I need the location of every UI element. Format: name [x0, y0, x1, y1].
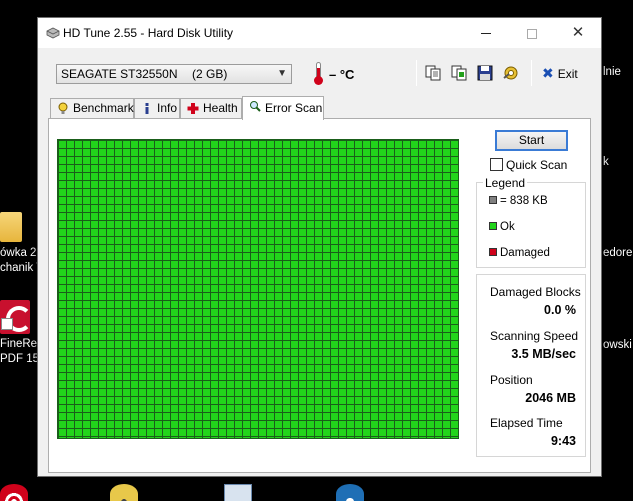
checkbox-box[interactable] — [490, 158, 503, 171]
exit-label: Exit — [557, 67, 578, 81]
tab-benchmark[interactable]: Benchmark — [50, 98, 134, 119]
drive-model: SEAGATE ST32550N — [61, 67, 178, 81]
save-button[interactable] — [476, 64, 494, 82]
close-icon: ✕ — [571, 24, 585, 41]
tab-label: Error Scan — [265, 101, 323, 115]
scanning-speed-label: Scanning Speed — [490, 329, 579, 343]
desktop-label: k — [603, 156, 609, 168]
copy-button[interactable] — [424, 64, 442, 82]
minimize-icon — [481, 33, 491, 35]
tab-label: Info — [157, 101, 178, 115]
exit-button[interactable]: ✖ Exit — [542, 65, 578, 82]
hdtune-app-icon — [46, 27, 60, 39]
scan-block-map — [57, 139, 459, 439]
legend-label: Damaged — [500, 247, 550, 259]
tab-label: Health — [203, 101, 238, 115]
tab-error-scan[interactable]: Error Scan — [242, 96, 324, 120]
minimize-button[interactable] — [463, 18, 509, 48]
legend-label: Ok — [500, 221, 515, 233]
error-scan-panel: Start Quick Scan Legend = 838 KB Ok Dama… — [48, 118, 591, 473]
copy-icon — [425, 65, 441, 81]
chevron-down-icon: ▼ — [277, 68, 287, 79]
maximize-icon — [527, 28, 537, 39]
shortcut-arrow-icon — [1, 318, 13, 330]
position-value: 2046 MB — [525, 391, 576, 405]
health-icon — [187, 103, 199, 114]
scanning-speed-value: 3.5 MB/sec — [511, 347, 576, 361]
taskbar-sync-icon[interactable] — [336, 484, 364, 501]
legend-swatch — [489, 222, 497, 230]
tab-info[interactable]: Info — [134, 98, 180, 119]
temperature-value: – °C — [329, 67, 355, 82]
position-label: Position — [490, 373, 533, 387]
elapsed-time-value: 9:43 — [550, 434, 576, 448]
legend-item-ok: Ok — [489, 221, 515, 233]
damaged-blocks-label: Damaged Blocks — [490, 285, 581, 299]
options-button[interactable] — [502, 64, 520, 82]
window-title: HD Tune 2.55 - Hard Disk Utility — [63, 26, 234, 40]
drive-select[interactable]: SEAGATE ST32550N (2 GB) ▼ — [56, 64, 292, 84]
taskbar-app-icon[interactable] — [0, 484, 28, 501]
taskbar-disc-icon[interactable] — [110, 484, 138, 501]
save-icon — [477, 65, 493, 81]
desktop-label: ówka 2 — [0, 247, 37, 259]
tab-health[interactable]: Health — [180, 98, 242, 119]
info-icon — [145, 103, 149, 114]
legend-swatch — [489, 196, 497, 204]
quick-scan-checkbox[interactable]: Quick Scan — [490, 158, 567, 172]
thermometer-icon — [313, 62, 323, 85]
start-button[interactable]: Start — [495, 130, 568, 151]
benchmark-icon — [58, 102, 68, 114]
taskbar-window-icon[interactable] — [224, 484, 252, 501]
legend-title: Legend — [483, 176, 528, 190]
desktop-label: FineRe — [0, 338, 38, 350]
toolbar-separator — [416, 60, 417, 86]
legend-label: = 838 KB — [500, 195, 548, 207]
copy-all-icon — [451, 65, 467, 81]
legend-item-damaged: Damaged — [489, 247, 550, 259]
desktop-label: edore — [603, 247, 633, 259]
error-scan-icon — [250, 101, 261, 112]
desktop-label: lnie — [603, 66, 621, 78]
desktop-label: owski — [603, 339, 632, 351]
legend-swatch — [489, 248, 497, 256]
damaged-blocks-value: 0.0 % — [544, 303, 576, 317]
quick-scan-label: Quick Scan — [506, 158, 568, 172]
title-bar[interactable]: HD Tune 2.55 - Hard Disk Utility ✕ — [38, 18, 601, 48]
legend-item-block-size: = 838 KB — [489, 195, 548, 207]
maximize-button[interactable] — [509, 18, 555, 48]
drive-size: (2 GB) — [192, 67, 228, 81]
exit-icon: ✖ — [542, 65, 554, 81]
toolbar-separator — [531, 60, 532, 86]
options-icon — [503, 66, 518, 80]
close-button[interactable]: ✕ — [555, 18, 601, 48]
desktop-label: PDF 15 — [0, 353, 39, 365]
elapsed-time-label: Elapsed Time — [490, 416, 563, 430]
tab-label: Benchmark — [73, 101, 134, 115]
hdtune-window: HD Tune 2.55 - Hard Disk Utility ✕ SEAGA… — [37, 17, 602, 477]
desktop-folder-icon[interactable] — [0, 212, 22, 242]
copy-all-button[interactable] — [450, 64, 468, 82]
